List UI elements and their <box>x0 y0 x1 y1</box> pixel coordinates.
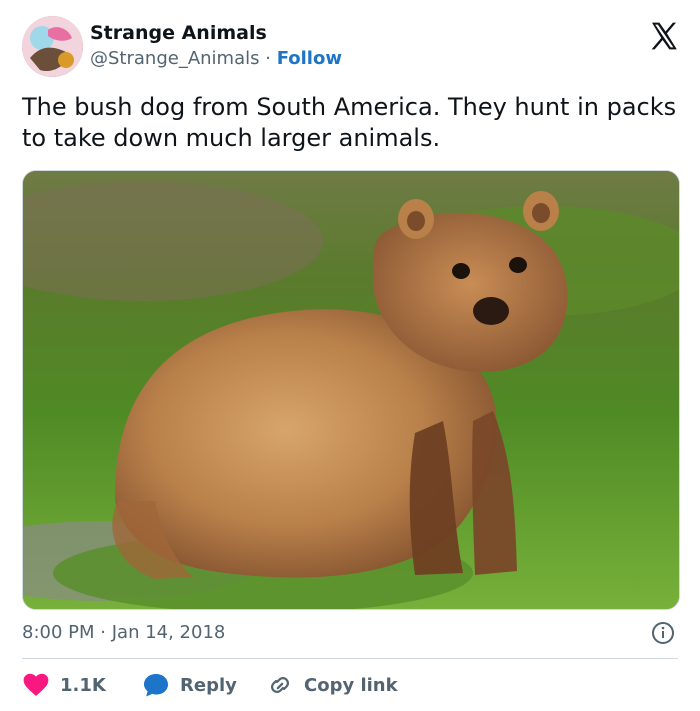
copy-link-action[interactable]: Copy link <box>266 670 398 700</box>
author-handle[interactable]: @Strange_Animals <box>90 48 260 69</box>
link-icon <box>271 677 289 693</box>
handle-separator: · <box>265 48 271 69</box>
info-icon[interactable] <box>651 621 675 645</box>
divider <box>22 658 678 659</box>
tweet-meta: 8:00 PM · Jan 14, 2018 <box>22 622 225 643</box>
speech-bubble-icon <box>144 674 168 697</box>
x-logo-icon[interactable] <box>648 20 680 52</box>
meta-separator: · <box>100 622 106 643</box>
tweet-time[interactable]: 8:00 PM <box>22 622 95 643</box>
author-name[interactable]: Strange Animals <box>90 22 267 44</box>
reply-label: Reply <box>180 674 237 696</box>
author-handle-row: @Strange_Animals · Follow <box>90 48 342 70</box>
heart-icon <box>23 673 49 696</box>
tweet-actions: 1.1K Reply Copy link <box>22 670 678 700</box>
bush-dog-photo-icon <box>23 171 679 609</box>
copy-link-label: Copy link <box>304 674 398 696</box>
tweet-text: The bush dog from South America. They hu… <box>22 93 677 152</box>
reply-action[interactable]: Reply <box>142 670 237 700</box>
avatar-image-icon <box>22 16 83 77</box>
follow-button[interactable]: Follow <box>277 48 342 69</box>
like-count: 1.1K <box>60 674 106 696</box>
tweet-header: Strange Animals @Strange_Animals · Follo… <box>22 16 682 78</box>
author-avatar[interactable] <box>22 16 83 77</box>
tweet-date[interactable]: Jan 14, 2018 <box>112 622 226 643</box>
like-action[interactable]: 1.1K <box>22 670 106 700</box>
tweet-photo[interactable] <box>22 170 680 610</box>
